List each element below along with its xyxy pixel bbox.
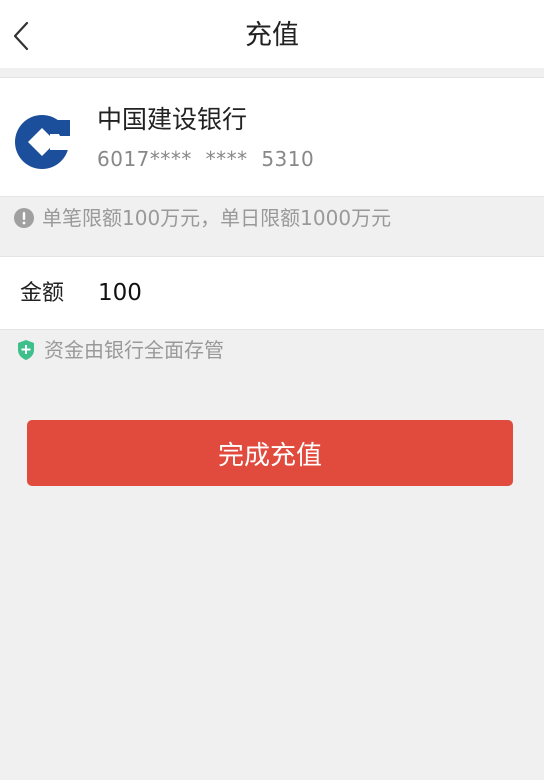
exclamation-circle-icon xyxy=(14,208,34,228)
limit-note: 单笔限额100万元，单日限额1000万元 xyxy=(14,204,391,232)
custody-note-text: 资金由银行全面存管 xyxy=(44,338,224,362)
limit-note-text: 单笔限额100万元，单日限额1000万元 xyxy=(42,206,392,230)
bank-name: 中国建设银行 xyxy=(97,105,248,134)
amount-input[interactable] xyxy=(98,273,518,313)
bank-card[interactable]: 中国建设银行 6017**** **** 5310 xyxy=(0,77,544,197)
custody-note: 资金由银行全面存管 xyxy=(16,336,224,364)
shield-plus-icon xyxy=(18,340,34,360)
amount-label: 金额 xyxy=(20,281,65,306)
page-title: 充值 xyxy=(245,20,299,51)
bank-card-number: 6017**** **** 5310 xyxy=(97,147,315,171)
ccb-bank-logo xyxy=(15,115,70,169)
header-bar: 充值 xyxy=(0,0,544,68)
complete-recharge-button[interactable]: 完成充值 xyxy=(27,420,513,486)
amount-row: 金额 xyxy=(0,256,544,330)
